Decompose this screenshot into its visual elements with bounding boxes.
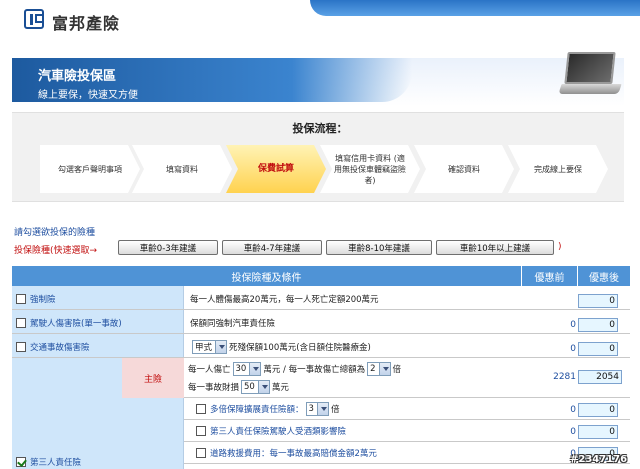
multiple-coverage-label[interactable]: 多倍保障擴展責任險額： — [210, 403, 304, 415]
traffic-accident-before-amount: 0 — [570, 344, 576, 354]
traffic-accident-plan-select[interactable]: 甲式 — [192, 340, 228, 354]
drunk-driver-checkbox[interactable] — [196, 426, 206, 436]
road-rescue-option[interactable]: 道路救援費用：每一事故最高賠償金額2萬元 — [196, 445, 377, 461]
third-party-before-amount: 2281 — [553, 372, 576, 382]
third-party-line2: 每一事故財損 50 萬元 — [188, 379, 289, 395]
process-step-label: 填寫資料 — [166, 164, 198, 174]
process-step-quote: 保費試算 — [226, 145, 326, 193]
compulsory-insurance-checkbox[interactable] — [16, 294, 26, 304]
quick-select-age-10-plus-button[interactable]: 車齡10年以上建議 — [436, 240, 554, 255]
drunk-driver-label[interactable]: 第三人責任保險駕駛人受酒類影響險 — [210, 425, 346, 437]
quick-select-close-paren: ) — [558, 242, 562, 252]
quick-select-age-4-7-button[interactable]: 車齡4-7年建議 — [222, 240, 322, 255]
third-party-property-select[interactable]: 50 — [241, 380, 270, 394]
third-party-label[interactable]: 第三人責任險 — [30, 456, 81, 468]
multiple-coverage-checkbox[interactable] — [196, 404, 206, 414]
drunk-driver-after-field[interactable]: 0 — [578, 425, 618, 439]
process-step-label: 填寫信用卡資料 (適用無投保車體竊盜險者) — [334, 153, 406, 185]
brand-name[interactable]: 富邦產險 — [52, 10, 120, 34]
select-value: 3 — [308, 404, 314, 414]
chevron-down-icon[interactable] — [215, 341, 227, 353]
process-step-label: 完成線上要保 — [534, 164, 582, 174]
traffic-accident-desc-row: 甲式 死殘保額100萬元(含日額住院醫療金) — [190, 338, 371, 356]
main-coverage-badge: 主險 — [122, 358, 184, 398]
drunk-driver-before-amount: 0 — [570, 427, 576, 437]
traffic-accident-desc: 死殘保額100萬元(含日額住院醫療金) — [229, 343, 371, 353]
third-party-line1: 每一人傷亡 30 萬元 / 每一事故傷亡總額為 2 倍 — [188, 361, 401, 377]
driver-injury-checkbox[interactable] — [16, 318, 26, 328]
road-rescue-checkbox[interactable] — [196, 448, 206, 458]
multiple-coverage-select[interactable]: 3 — [305, 402, 329, 416]
process-step-declaration: 勾選客戶聲明事項 — [40, 145, 140, 193]
process-step-label: 保費試算 — [257, 163, 294, 174]
header-decoration-bar — [310, 0, 640, 16]
process-step-label: 勾選客戶聲明事項 — [58, 164, 122, 174]
third-party-per-person-label: 每一人傷亡 — [188, 365, 231, 375]
road-rescue-before-amount: 0 — [570, 449, 576, 459]
banner-title: 汽車險投保區 — [38, 69, 117, 84]
select-value: 30 — [235, 364, 247, 374]
select-value: 甲式 — [195, 343, 213, 353]
laptop-screen — [564, 52, 616, 84]
compulsory-insurance-desc: 每一人體傷最高20萬元，每一人死亡定額200萬元 — [190, 295, 379, 305]
laptop-base — [558, 84, 622, 94]
fubon-logo-icon[interactable] — [24, 9, 44, 29]
third-party-unit-label: 萬元 — [271, 383, 289, 393]
process-step-complete: 完成線上要保 — [508, 145, 608, 193]
drunk-driver-option[interactable]: 第三人責任保險駕駛人受酒類影響險 — [196, 423, 346, 439]
third-party-option[interactable]: 第三人責任險 — [16, 456, 81, 468]
table-header-before: 優惠前 — [522, 266, 578, 286]
traffic-accident-option[interactable]: 交通事故傷害險 — [16, 338, 90, 356]
select-value: 2 — [370, 364, 376, 374]
quick-select-age-8-10-button[interactable]: 車齡8-10年建議 — [326, 240, 432, 255]
multiple-coverage-suffix: 倍 — [330, 405, 340, 415]
select-value: 50 — [244, 382, 255, 392]
third-party-after-field[interactable]: 2054 — [578, 370, 622, 384]
traffic-accident-label[interactable]: 交通事故傷害險 — [30, 341, 90, 353]
process-title: 投保流程： — [292, 122, 348, 135]
compulsory-insurance-label[interactable]: 強制險 — [30, 293, 56, 305]
driver-injury-option[interactable]: 駕駛人傷害險(單一事故) — [16, 314, 122, 332]
traffic-accident-checkbox[interactable] — [16, 342, 26, 352]
third-party-total-label: 萬元 / 每一事故傷亡總額為 — [263, 365, 366, 375]
table-header-type: 投保險種及條件 — [12, 266, 522, 286]
process-step-fill-data: 填寫資料 — [132, 145, 232, 193]
process-step-confirm: 確認資料 — [414, 145, 514, 193]
quick-select-age-0-3-button[interactable]: 車齡0-3年建議 — [118, 240, 218, 255]
chevron-down-icon[interactable] — [249, 363, 261, 375]
laptop-icon — [558, 52, 622, 100]
multiple-coverage-option[interactable]: 多倍保障擴展責任險額： 3 倍 — [196, 401, 339, 417]
traffic-accident-after-field[interactable]: 0 — [578, 342, 618, 356]
chevron-down-icon[interactable] — [316, 403, 328, 415]
multiple-coverage-after-field[interactable]: 0 — [578, 403, 618, 417]
third-party-times-label: 倍 — [392, 365, 402, 375]
third-party-checkbox[interactable] — [16, 457, 26, 467]
driver-injury-after-field[interactable]: 0 — [578, 318, 618, 332]
chevron-down-icon[interactable] — [257, 381, 269, 393]
selection-prompt: 請勾選欲投保的險種 — [14, 228, 96, 238]
driver-injury-desc: 保額同強制汽車責任險 — [190, 319, 276, 329]
third-party-per-person-select[interactable]: 30 — [232, 362, 262, 376]
process-step-credit-card: 填寫信用卡資料 (適用無投保車體竊盜險者) — [320, 145, 420, 193]
driver-injury-label[interactable]: 駕駛人傷害險(單一事故) — [30, 317, 122, 329]
banner-subtitle: 線上要保，快速又方便 — [38, 90, 138, 101]
multiple-coverage-before-amount: 0 — [570, 405, 576, 415]
third-party-property-label: 每一事故財損 — [188, 383, 240, 393]
driver-injury-before-amount: 0 — [570, 320, 576, 330]
table-header-after: 優惠後 — [578, 266, 630, 286]
process-step-label: 確認資料 — [448, 164, 480, 174]
compulsory-insurance-option[interactable]: 強制險 — [16, 290, 56, 308]
chevron-down-icon[interactable] — [378, 363, 390, 375]
road-rescue-label[interactable]: 道路救援費用：每一事故最高賠償金額2萬元 — [210, 447, 377, 459]
quick-select-label: 投保險種(快速選取→ — [14, 246, 98, 256]
watermark-text: #2347176 — [570, 454, 628, 465]
third-party-multiplier-select[interactable]: 2 — [367, 362, 391, 376]
compulsory-insurance-after-field[interactable]: 0 — [578, 294, 618, 308]
